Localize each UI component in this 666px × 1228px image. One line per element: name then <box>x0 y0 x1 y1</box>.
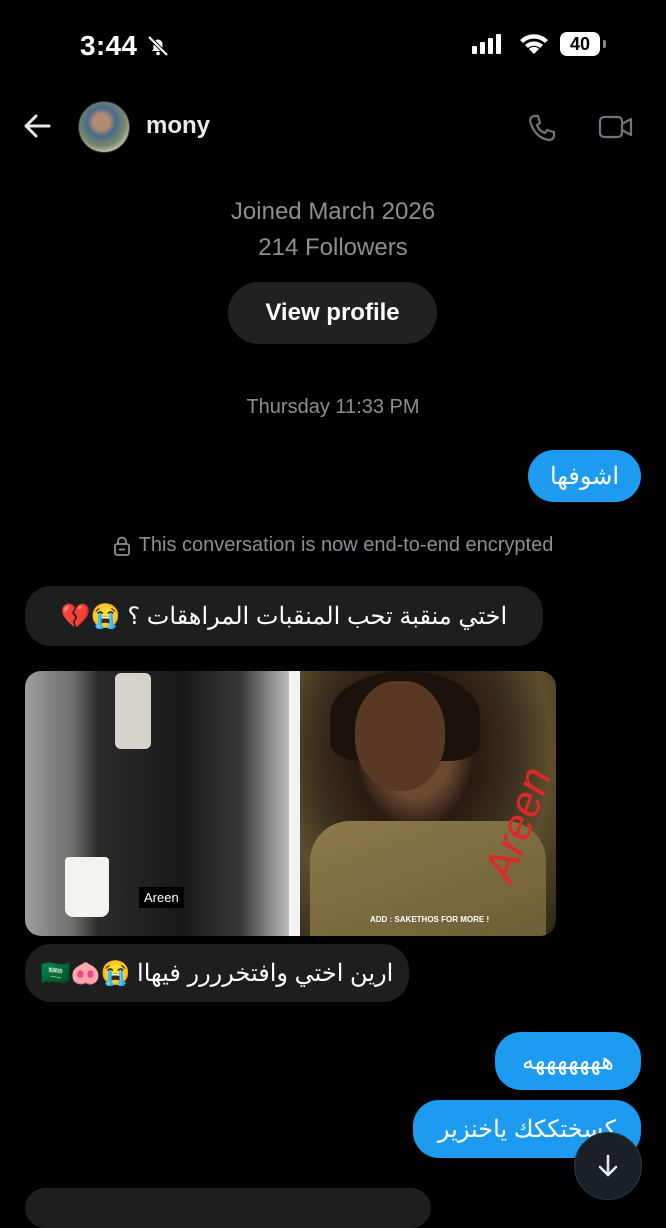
photo-face <box>355 681 445 791</box>
encryption-notice-text: This conversation is now end-to-end encr… <box>138 534 554 556</box>
incoming-message[interactable]: ارين اختي وافتخرررر فيهاا 😭🐽🇸🇦 <box>25 944 409 1002</box>
signal-icon <box>472 34 501 54</box>
bell-slash-icon <box>147 35 169 57</box>
encryption-notice: This conversation is now end-to-end encr… <box>0 534 666 557</box>
image-attachment[interactable]: Areen Areen ADD : SAKETHOS FOR MORE ! <box>25 671 556 936</box>
photo-left: Areen <box>25 671 289 936</box>
photo-divider <box>289 671 300 936</box>
photo-caption-left: Areen <box>139 887 184 908</box>
outgoing-message[interactable]: هههههههه <box>495 1032 641 1090</box>
lock-icon <box>113 536 130 556</box>
incoming-message-partial[interactable] <box>25 1188 431 1228</box>
followers-count: 214 Followers <box>258 234 408 261</box>
coffee-cup <box>65 857 109 917</box>
arrow-down-icon <box>598 1154 618 1177</box>
day-timestamp: Thursday 11:33 PM <box>246 396 420 418</box>
battery-indicator: 40 <box>560 32 600 56</box>
view-profile-button[interactable]: View profile <box>228 282 437 344</box>
phone-prop <box>115 673 151 749</box>
wifi-icon <box>520 34 548 54</box>
joined-date: Joined March 2026 <box>230 198 436 225</box>
video-icon[interactable] <box>598 113 634 141</box>
back-arrow-icon[interactable] <box>22 112 52 140</box>
outgoing-message[interactable]: اشوفها <box>528 450 641 502</box>
battery-cap <box>603 40 606 48</box>
photo-right: Areen ADD : SAKETHOS FOR MORE ! <box>300 671 556 936</box>
incoming-message[interactable]: اختي منقبة تحب المنقبات المراهقات ؟ 😭💔 <box>25 586 543 646</box>
username[interactable]: mony <box>146 112 210 140</box>
avatar[interactable] <box>78 101 130 153</box>
scroll-to-bottom-button[interactable] <box>574 1132 642 1200</box>
status-time: 3:44 <box>80 30 138 61</box>
phone-icon[interactable] <box>526 112 558 144</box>
photo-caption-right: ADD : SAKETHOS FOR MORE ! <box>370 915 490 924</box>
